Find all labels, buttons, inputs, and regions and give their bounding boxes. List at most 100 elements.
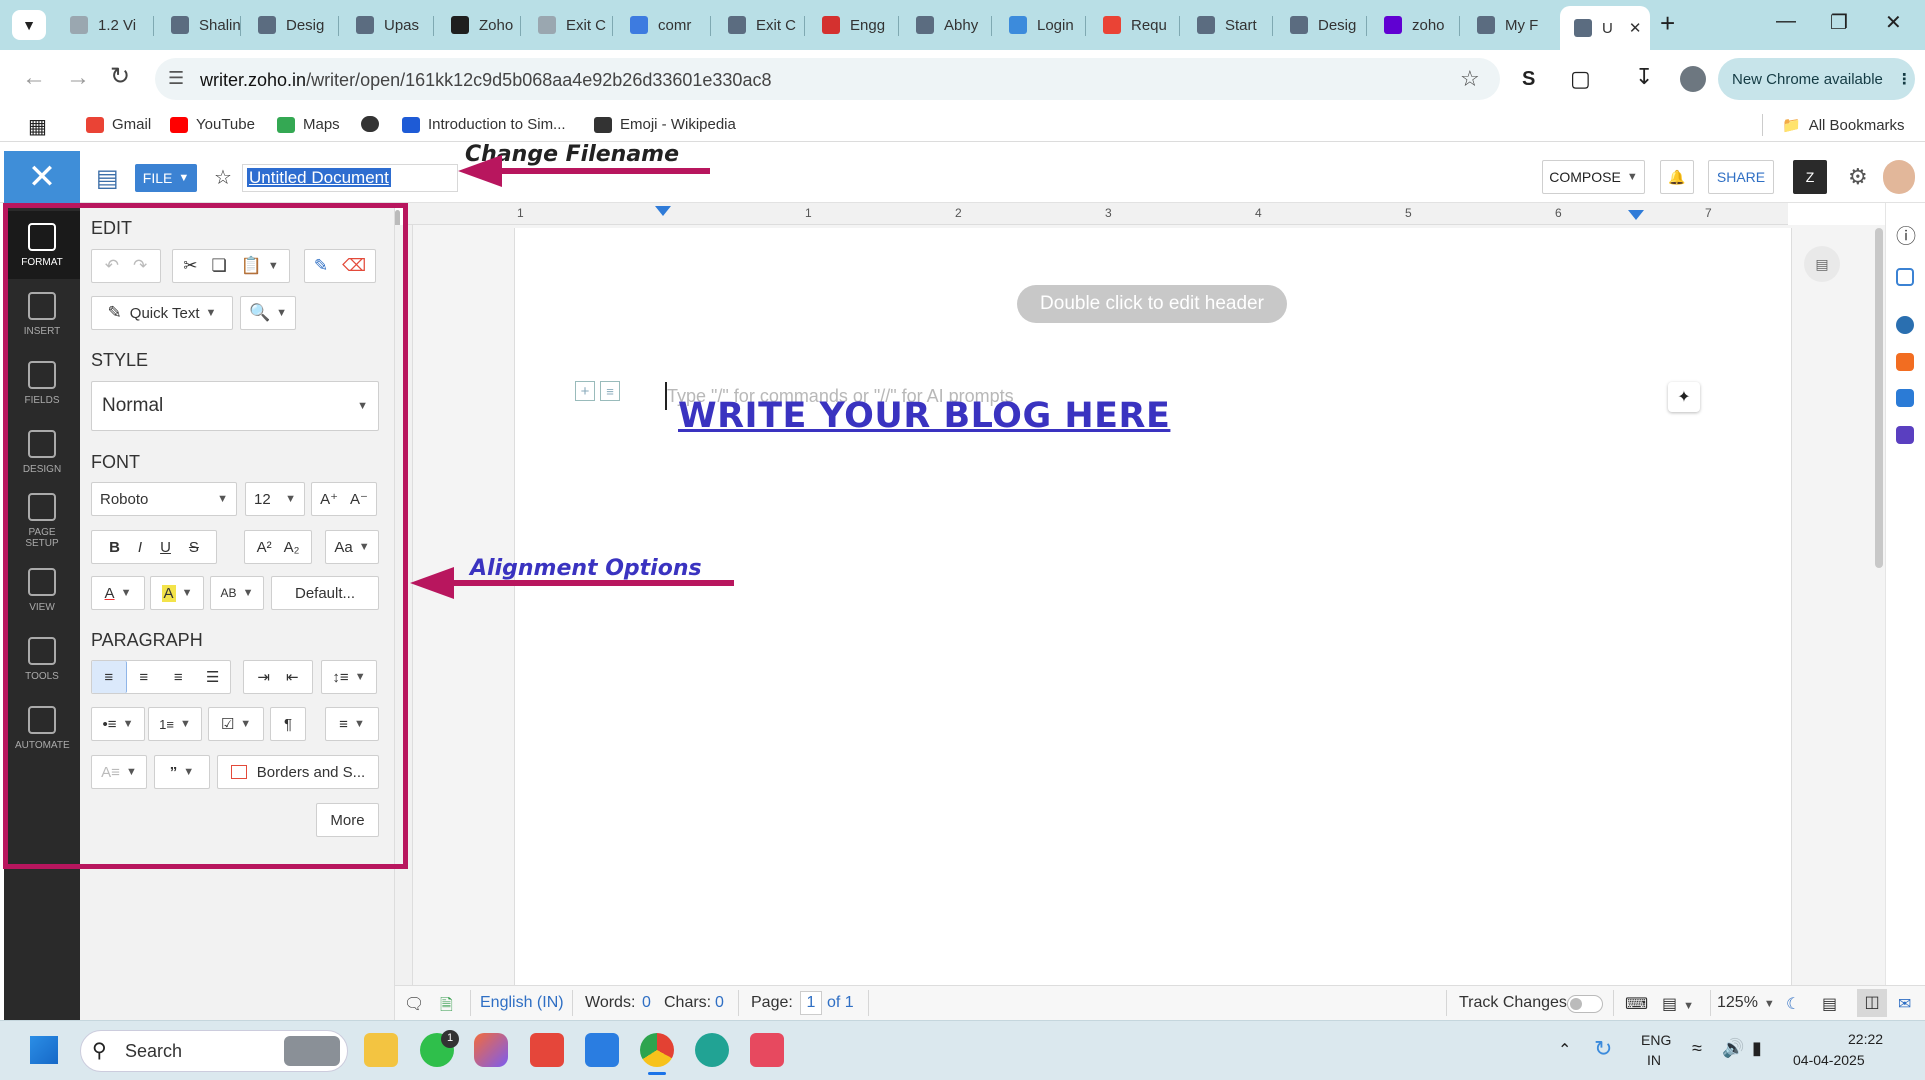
tab-active[interactable]: U ✕	[1560, 6, 1650, 50]
more-vert-icon[interactable]: ⋮	[1897, 70, 1912, 88]
apps-grid-icon[interactable]: ▦	[28, 114, 47, 139]
document-title-input[interactable]: Untitled Document	[242, 164, 458, 192]
info-icon[interactable]: ⓘ	[1896, 220, 1916, 249]
comments-icon[interactable]: 🗨	[404, 994, 424, 1014]
new-tab-icon[interactable]: +	[1660, 8, 1675, 39]
bookmark-item[interactable]	[361, 116, 379, 132]
battery-icon[interactable]: ▮	[1752, 1038, 1762, 1059]
browser-tab[interactable]: Start	[1183, 8, 1271, 42]
browser-tab[interactable]: zoho	[1370, 8, 1458, 42]
pen-icon[interactable]	[1896, 389, 1914, 407]
snipping-tool-icon[interactable]	[750, 1033, 784, 1067]
chrome-icon[interactable]	[640, 1033, 674, 1067]
new-chrome-button[interactable]: New Chrome available ⋮	[1718, 58, 1915, 100]
browser-tab[interactable]: Desig	[1276, 8, 1364, 42]
mail-merge-icon[interactable]	[1896, 268, 1914, 286]
back-icon[interactable]: ←	[22, 64, 46, 92]
language-indicator-eng[interactable]: ENG	[1641, 1032, 1671, 1048]
feedback-icon[interactable]: ✉	[1898, 994, 1911, 1014]
windows-start-icon[interactable]	[30, 1036, 58, 1064]
tray-chevron-icon[interactable]: ⌃	[1558, 1040, 1571, 1060]
clock-time[interactable]: 22:22	[1848, 1031, 1883, 1047]
block-menu-icon[interactable]: ≡	[600, 381, 620, 401]
browser-tab[interactable]: Exit C	[714, 8, 802, 42]
wps-office-icon[interactable]	[530, 1033, 564, 1067]
page-layout-icon[interactable]: ▤ ▼	[1662, 994, 1694, 1014]
volume-icon[interactable]: 🔊	[1722, 1038, 1744, 1059]
site-info-icon[interactable]: ☰	[168, 68, 184, 89]
close-tab-icon[interactable]: ✕	[1629, 19, 1642, 37]
zoom-select[interactable]: 125% ▼	[1717, 994, 1775, 1012]
settings-gear-icon[interactable]: ⚙	[1848, 164, 1868, 190]
extensions-icon[interactable]: ▢	[1570, 66, 1591, 92]
file-explorer-icon[interactable]	[364, 1033, 398, 1067]
browser-tab[interactable]: Shalin	[157, 8, 245, 42]
extensions-puzzle-icon[interactable]	[1896, 426, 1914, 444]
browser-tab[interactable]: comr	[616, 8, 704, 42]
track-changes-toggle[interactable]	[1567, 995, 1603, 1013]
profile-avatar[interactable]	[1680, 66, 1706, 92]
bookmark-item[interactable]: Gmail	[86, 116, 151, 133]
forward-icon[interactable]: →	[66, 64, 90, 92]
browser-tab[interactable]: 1.2 Vi	[56, 8, 144, 42]
page-number-input[interactable]: 1	[800, 991, 822, 1015]
browser-tab[interactable]: Abhy	[902, 8, 990, 42]
bookmark-item[interactable]: Maps	[277, 116, 340, 133]
browser-tab[interactable]: Login	[995, 8, 1083, 42]
notepad-icon[interactable]	[585, 1033, 619, 1067]
favorite-star-icon[interactable]: ☆	[214, 165, 232, 190]
browser-tab[interactable]: Upas	[342, 8, 430, 42]
browser-tab[interactable]: Zoho	[437, 8, 525, 42]
compose-button[interactable]: COMPOSE ▼	[1542, 160, 1645, 194]
close-editor-button[interactable]: ✕	[4, 151, 80, 203]
browser-tab[interactable]: Desig	[244, 8, 332, 42]
ai-magic-wand-icon[interactable]: ✦	[1668, 382, 1700, 412]
all-bookmarks-link[interactable]: 📁 All Bookmarks	[1782, 116, 1905, 135]
language-select[interactable]: English (IN)	[480, 994, 564, 1012]
notifications-button[interactable]: 🔔	[1660, 160, 1694, 194]
document-scrollbar[interactable]	[1875, 228, 1883, 568]
wifi-icon[interactable]: ≈	[1692, 1038, 1702, 1059]
sync-icon[interactable]: ↻	[1594, 1036, 1612, 1062]
document-menu-icon[interactable]: ▤	[96, 164, 119, 193]
minimize-icon[interactable]: —	[1776, 10, 1796, 33]
extension-s-icon[interactable]: S	[1522, 68, 1535, 91]
web-layout-icon[interactable]: ◫	[1857, 989, 1887, 1017]
document-check-icon[interactable]: 🗎	[440, 994, 453, 1021]
header-hint[interactable]: Double click to edit header	[1017, 285, 1287, 323]
browser-tab[interactable]: Exit C	[524, 8, 612, 42]
ruler[interactable]	[408, 203, 1788, 225]
browser-tab[interactable]: Engg	[808, 8, 896, 42]
vpn-shield-icon[interactable]	[695, 1033, 729, 1067]
zia-button[interactable]: Z	[1793, 160, 1827, 194]
url-text[interactable]: writer.zoho.in/writer/open/161kk12c9d5b0…	[200, 70, 771, 91]
add-block-icon[interactable]: +	[575, 381, 595, 401]
download-icon[interactable]: ↧	[1635, 64, 1653, 90]
layout-panel-icon[interactable]: ▤	[1804, 246, 1840, 282]
copilot-icon[interactable]	[474, 1033, 508, 1067]
browser-tab[interactable]: Requ	[1089, 8, 1177, 42]
right-indent-marker[interactable]	[1628, 210, 1644, 220]
clock-date[interactable]: 04-04-2025	[1793, 1052, 1865, 1068]
blogger-icon[interactable]	[1896, 353, 1914, 371]
bookmark-star-icon[interactable]: ☆	[1460, 66, 1480, 92]
language-indicator-in[interactable]: IN	[1647, 1052, 1661, 1068]
dark-mode-icon[interactable]: ☾	[1786, 994, 1800, 1014]
document-page[interactable]	[514, 228, 1792, 985]
bookmark-item[interactable]: Emoji - Wikipedia	[594, 116, 736, 133]
bookmark-item[interactable]: Introduction to Sim...	[402, 116, 566, 133]
blog-heading-text[interactable]: WRITE YOUR BLOG HERE	[678, 396, 1170, 436]
reload-icon[interactable]: ↻	[110, 62, 130, 91]
keyboard-icon[interactable]: ⌨	[1625, 994, 1648, 1014]
share-button[interactable]: SHARE	[1708, 160, 1774, 194]
wordpress-icon[interactable]	[1896, 316, 1914, 334]
print-layout-icon[interactable]: ▤	[1822, 994, 1837, 1014]
file-menu-button[interactable]: FILE ▼	[135, 164, 197, 192]
close-window-icon[interactable]: ✕	[1885, 10, 1902, 35]
user-avatar[interactable]	[1883, 160, 1915, 194]
left-indent-marker[interactable]	[655, 206, 671, 216]
bookmark-item[interactable]: YouTube	[170, 116, 255, 133]
tab-search-button[interactable]: ▼	[12, 10, 46, 40]
browser-tab[interactable]: My F	[1463, 8, 1551, 42]
restore-icon[interactable]: ❐	[1830, 10, 1848, 35]
